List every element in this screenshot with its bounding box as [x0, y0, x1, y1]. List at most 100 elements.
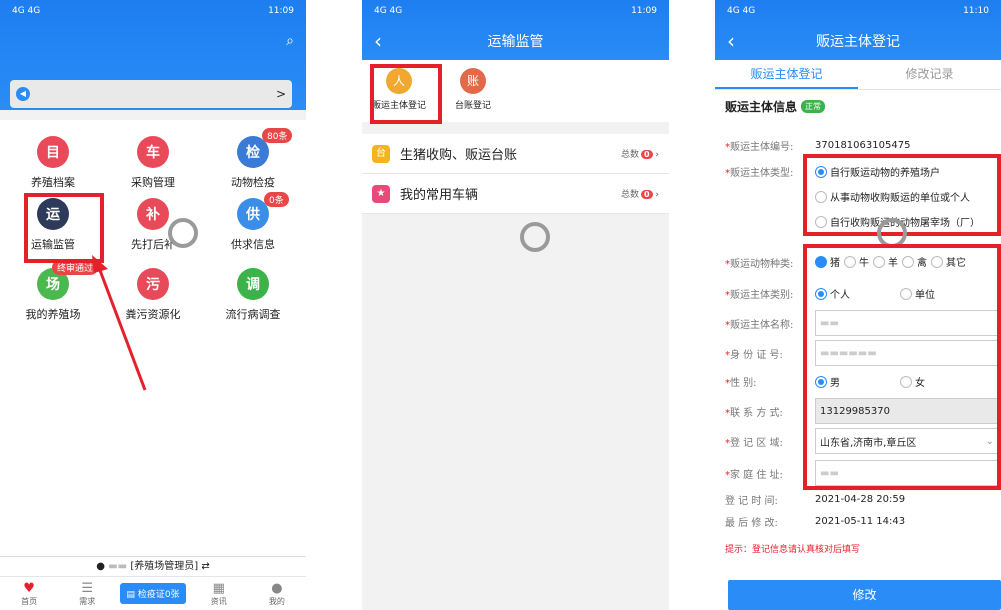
tile-label: 采购管理 [131, 176, 175, 189]
field-label: *性 别: [725, 378, 757, 389]
eye-icon: 调 [237, 268, 269, 300]
field-label: *贩运主体名称: [725, 319, 794, 331]
tab-label: 我的 [268, 596, 285, 606]
row-total: 总数 0 › [620, 150, 659, 160]
code-value: 370181063105475 [815, 140, 911, 151]
label-text: 贩运主体名称: [730, 319, 794, 331]
user-icon: ● [96, 561, 106, 572]
chevron-right-icon: > [275, 87, 286, 101]
tile-purchase-management[interactable]: 车 采购管理 [108, 136, 198, 190]
ledger-icon: 台 [372, 144, 390, 163]
status-time: 11:09 [268, 6, 294, 16]
phone-screen-transport: 4G 4G 11:09 ‹ 运输监管 人 贩运主体登记 账 台账登记 台 生猪收… [362, 0, 669, 610]
person-icon: ● [271, 580, 283, 596]
highlight-box [370, 64, 442, 124]
total-label: 总数 [620, 190, 639, 200]
label-text: 贩运主体编号: [730, 142, 794, 153]
tile-my-farm[interactable]: 场 我的养殖场 终审通过 [8, 260, 98, 322]
certificate-icon: ▤ [126, 590, 135, 600]
row-vehicles[interactable]: ★ 我的常用车辆 总数 0 › [362, 174, 669, 214]
count-badge: 0 [640, 150, 653, 159]
hint-text: 提示：登记信息请认真核对后填写 [725, 545, 861, 555]
user-name-redacted: ▬▬ [108, 561, 128, 572]
reg-time-value: 2021-04-28 20:59 [815, 494, 906, 505]
row-label: 生猪收购、贩运台账 [400, 148, 518, 163]
function-grid: 目 养殖档案 车 采购管理 检 动物检疫 80条 运 运输监管 补 先打后补 供… [0, 120, 306, 560]
phone-screen-home: 4G 4G 11:09 ⌕ ◀ > 目 养殖档案 车 采购管理 检 动物检疫 8… [0, 0, 306, 610]
home-navbar: ⌕ [0, 22, 306, 60]
cart-icon: 车 [137, 136, 169, 168]
tile-breeding-records[interactable]: 目 养殖档案 [8, 136, 98, 190]
row-total: 总数 0 › [620, 190, 659, 200]
search-icon[interactable]: ⌕ [286, 33, 294, 49]
tab-news[interactable]: ▦ 资讯 [194, 581, 244, 607]
field-label: *身 份 证 号: [725, 349, 783, 361]
star-icon: ★ [372, 184, 390, 203]
registration-header: 4G 4G 11:10 ‹ 贩运主体登记 [715, 0, 1001, 60]
bottom-tabbar: ♥ 首页 ☰ 需求 ▤ 检疫证0张 ▦ 资讯 ● 我的 [0, 576, 306, 610]
field-label: *贩运主体类别: [725, 290, 794, 301]
breeding-records-icon: 目 [37, 136, 69, 168]
tile-label: 动物检疫 [231, 176, 275, 189]
modify-button[interactable]: 修改 [728, 580, 1001, 610]
transport-header: 4G 4G 11:09 ‹ 运输监管 [362, 0, 669, 60]
total-label: 总数 [620, 150, 639, 160]
status-time: 11:10 [963, 6, 989, 16]
list-icon: ☰ [81, 580, 94, 596]
field-label: *登 记 区 域: [725, 437, 783, 449]
status-bar: 4G 4G 11:09 [0, 0, 306, 22]
tab-demand[interactable]: ☰ 需求 [62, 581, 112, 607]
highlight-box [803, 244, 1001, 490]
tab-modify-history[interactable]: 修改记录 [858, 60, 1001, 89]
arrow-annotation [92, 255, 147, 391]
field-mod-time: 最 后 修 改: 2021-05-11 14:43 [715, 514, 1001, 529]
signal-indicator: 4G 4G [374, 6, 403, 16]
field-reg-time: 登 记 时 间: 2021-04-28 20:59 [715, 492, 1001, 507]
cat-label: 台账登记 [454, 101, 491, 111]
user-role: [养殖场管理员] [130, 561, 199, 572]
status-bar: 4G 4G 11:10 [715, 0, 1001, 22]
tab-quarantine-cert[interactable]: ▤ 检疫证0张 [120, 583, 186, 604]
tile-label: 供求信息 [231, 238, 275, 251]
phone-screen-registration: 4G 4G 11:10 ‹ 贩运主体登记 贩运主体登记 修改记录 贩运主体信息 … [715, 0, 1001, 610]
field-code: *贩运主体编号: 370181063105475 [715, 138, 1001, 153]
field-label: *家 庭 住 址: [725, 469, 783, 481]
label-text: 贩运动物种类: [730, 258, 794, 270]
tile-label: 先打后补 [131, 238, 175, 251]
label-text: 性 别: [730, 378, 757, 389]
tab-strip: 贩运主体登记 修改记录 [715, 60, 1001, 90]
label-text: 贩运主体类型: [730, 168, 794, 179]
field-label: *贩运主体类型: [725, 168, 794, 179]
section-title: 贩运主体信息 [725, 100, 798, 114]
tab-home[interactable]: ♥ 首页 [4, 581, 54, 607]
highlight-box [24, 193, 104, 263]
tab-registration[interactable]: 贩运主体登记 [715, 60, 858, 89]
status-badge: 正常 [801, 100, 826, 113]
ledger-icon: 账 [460, 68, 486, 94]
news-icon: ▦ [212, 580, 225, 596]
loading-spinner [520, 222, 550, 252]
tile-animal-quarantine[interactable]: 检 动物检疫 80条 [208, 128, 298, 190]
notice-bar[interactable]: ◀ > [10, 80, 292, 108]
user-bar: ● ▬▬ [养殖场管理员] ⇄ [0, 556, 306, 576]
transport-navbar: ‹ 运输监管 [362, 22, 669, 60]
switch-icon[interactable]: ⇄ [201, 561, 209, 572]
home-icon: ♥ [23, 580, 35, 596]
field-label: *贩运主体编号: [725, 142, 794, 153]
row-label: 我的常用车辆 [400, 188, 479, 203]
mod-time-value: 2021-05-11 14:43 [815, 516, 906, 527]
label-text: 登 记 区 域: [730, 437, 783, 449]
tile-epidemic-survey[interactable]: 调 流行病调查 [208, 268, 298, 322]
signal-indicator: 4G 4G [727, 6, 756, 16]
tile-supply-demand[interactable]: 供 供求信息 0条 [208, 192, 298, 252]
count-badge: 80条 [262, 128, 293, 143]
label-text: 贩运主体类别: [730, 290, 794, 301]
page-title: 运输监管 [487, 34, 544, 50]
row-pig-ledger[interactable]: 台 生猪收购、贩运台账 总数 0 › [362, 134, 669, 174]
field-label: *联 系 方 式: [725, 407, 783, 419]
section-header: 贩运主体信息 正常 [715, 90, 1001, 119]
tab-mine[interactable]: ● 我的 [252, 581, 302, 607]
cat-ledger-registration[interactable]: 账 台账登记 [436, 60, 510, 122]
registration-navbar: ‹ 贩运主体登记 [715, 22, 1001, 60]
status-bar: 4G 4G 11:09 [362, 0, 669, 22]
